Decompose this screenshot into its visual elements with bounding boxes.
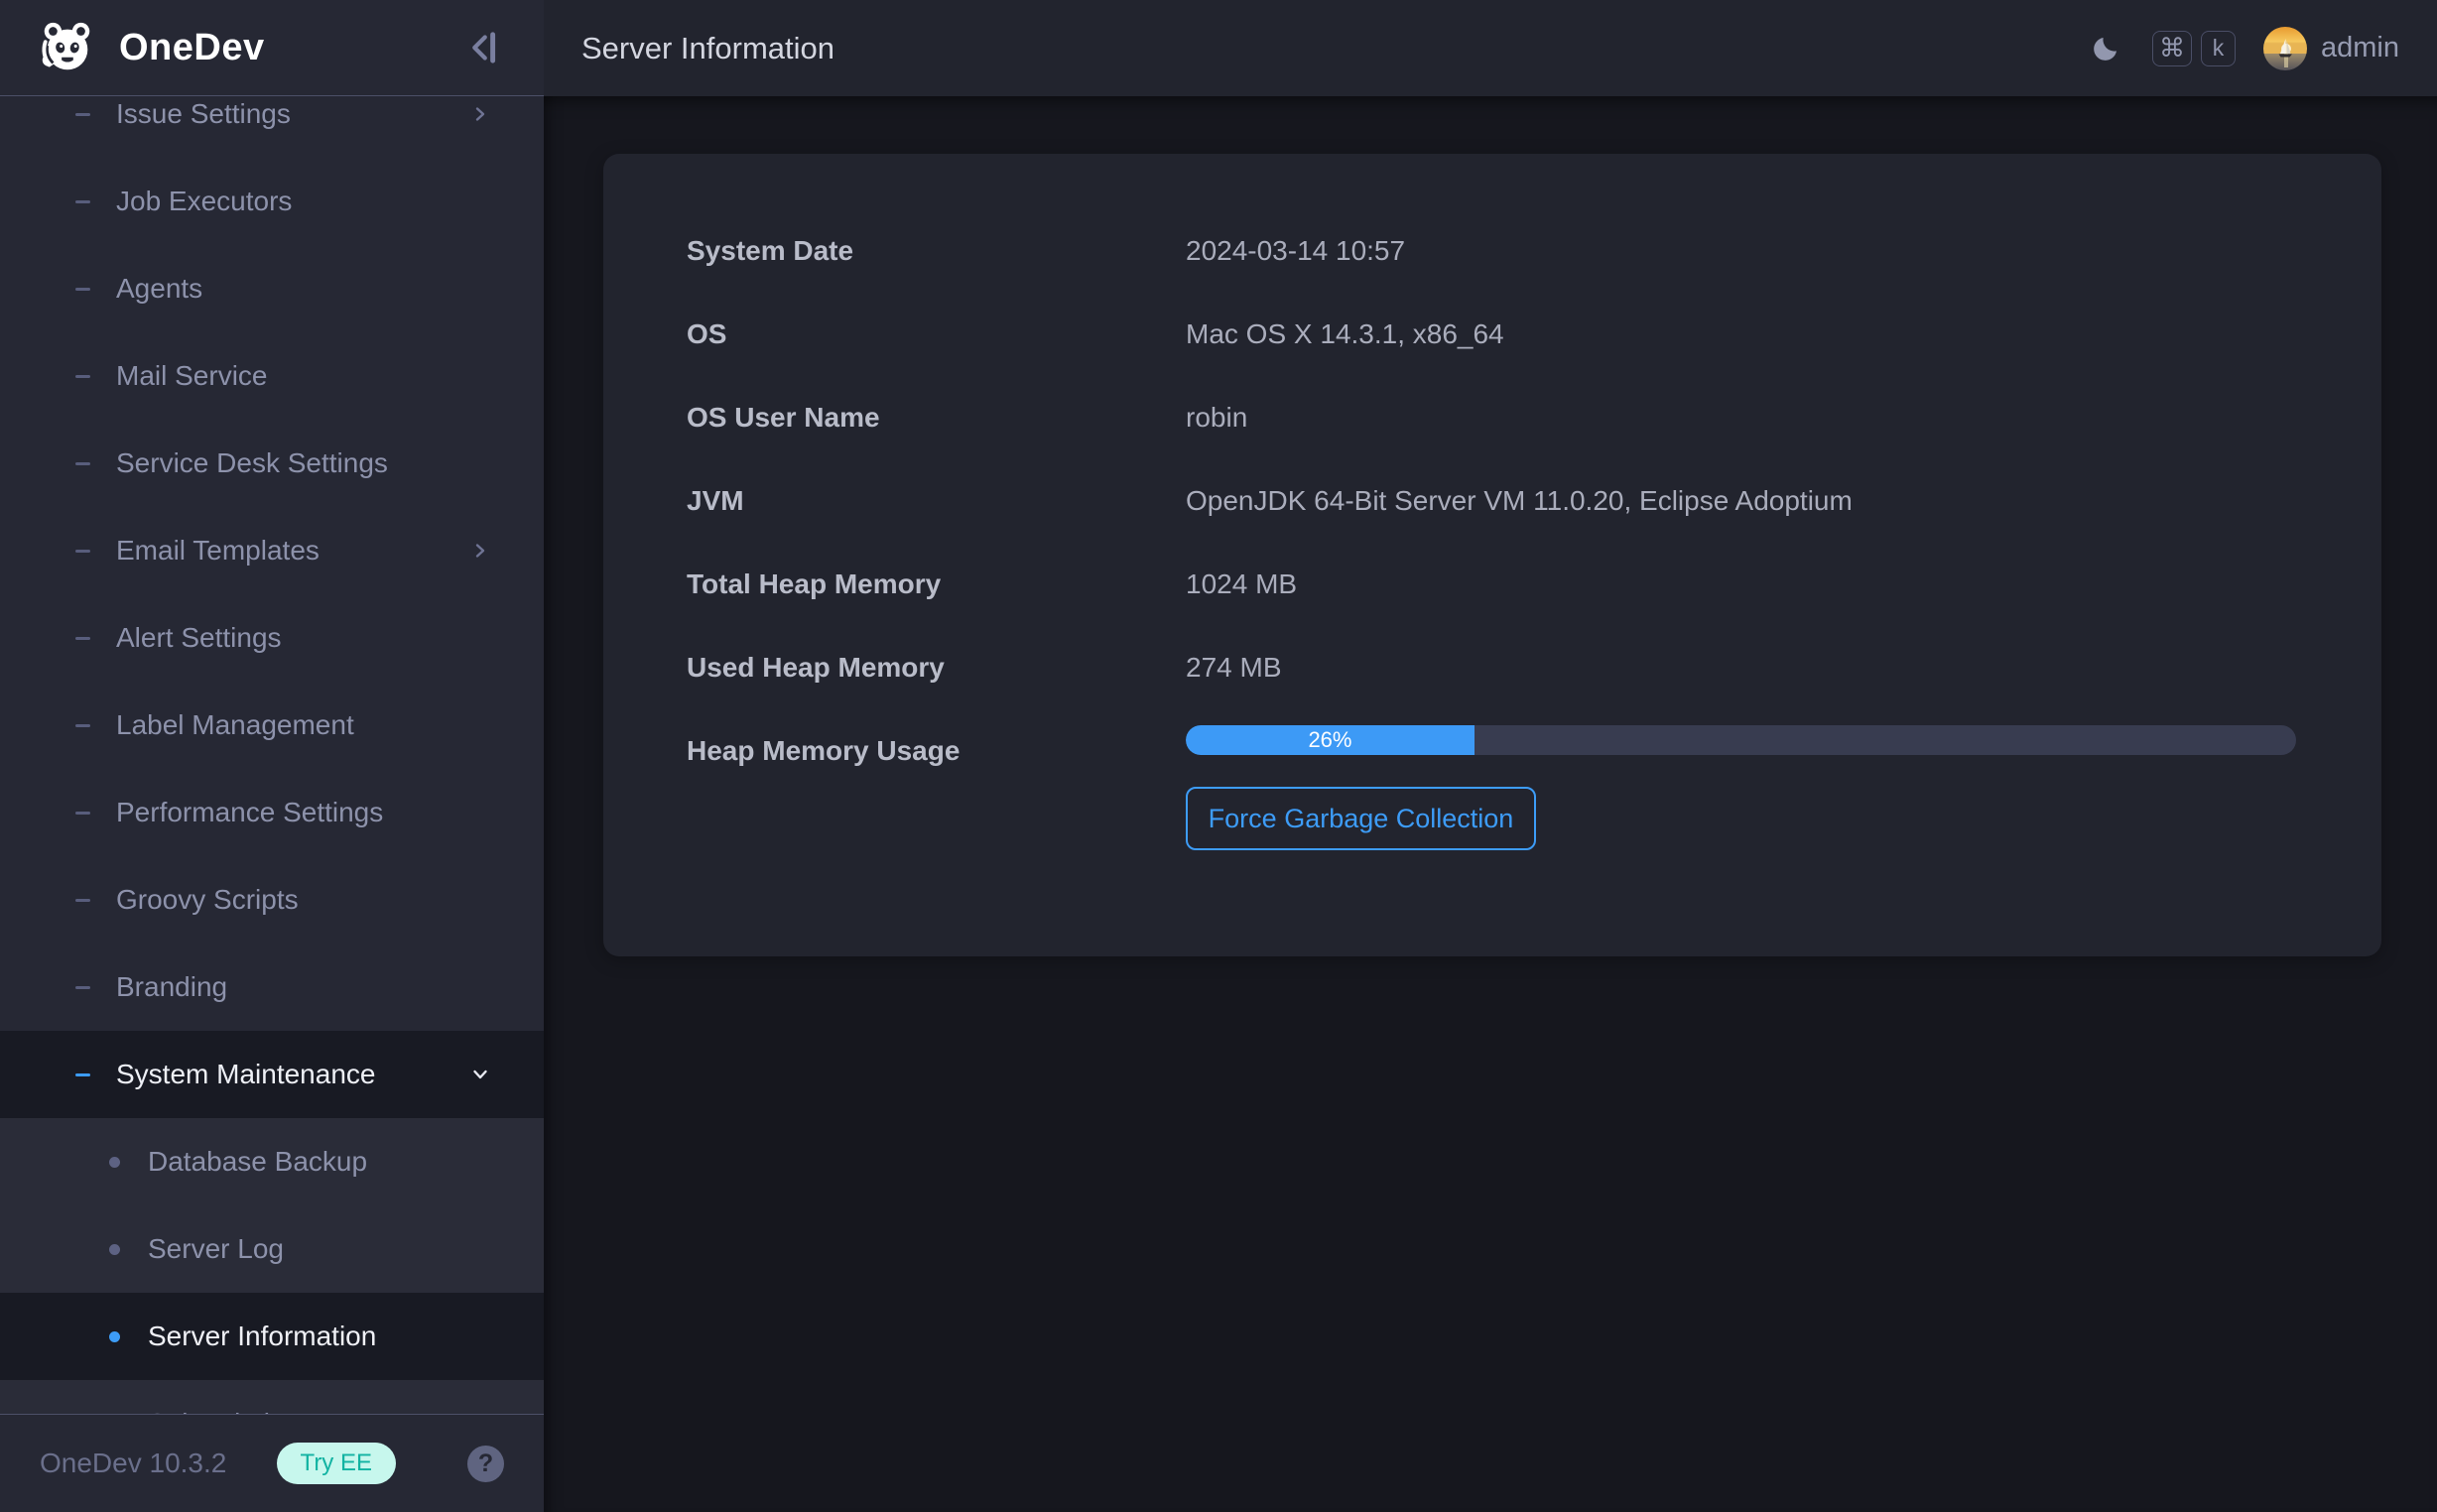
sidebar-item-branding[interactable]: Branding <box>0 944 544 1031</box>
sidebar: OneDev Issue Settings Job Executors Agen… <box>0 0 544 1512</box>
bullet-icon <box>109 1244 120 1255</box>
avatar[interactable] <box>2263 27 2307 70</box>
dash-icon <box>75 200 90 203</box>
dash-icon <box>75 288 90 291</box>
chevron-right-icon <box>470 104 490 124</box>
dash-icon <box>75 724 90 727</box>
dash-icon <box>75 1073 90 1076</box>
sidebar-item-database-backup[interactable]: Database Backup <box>0 1118 544 1205</box>
row-value: OpenJDK 64-Bit Server VM 11.0.20, Eclips… <box>1186 485 1853 517</box>
row-value: 1024 MB <box>1186 568 1297 600</box>
info-row-os-user-name: OS User Name robin <box>687 376 2298 459</box>
progress-percent-label: 26% <box>1308 727 1351 753</box>
info-row-os: OS Mac OS X 14.3.1, x86_64 <box>687 293 2298 376</box>
k-key-badge[interactable]: k <box>2201 31 2236 66</box>
topbar: Server Information ⌘ k <box>544 0 2437 96</box>
bullet-icon <box>109 1157 120 1168</box>
dash-icon <box>75 113 90 116</box>
sidebar-footer: OneDev 10.3.2 Try EE ? <box>0 1414 544 1512</box>
row-label: OS User Name <box>687 402 1186 434</box>
row-label: JVM <box>687 485 1186 517</box>
dash-icon <box>75 375 90 378</box>
page-title: Server Information <box>581 31 834 66</box>
sidebar-item-mail-service[interactable]: Mail Service <box>0 332 544 420</box>
topbar-actions: ⌘ k <box>2091 27 2399 70</box>
dash-icon <box>75 637 90 640</box>
sidebar-item-server-information[interactable]: Server Information <box>0 1293 544 1380</box>
row-label: System Date <box>687 235 1186 267</box>
dash-icon <box>75 986 90 989</box>
info-row-jvm: JVM OpenJDK 64-Bit Server VM 11.0.20, Ec… <box>687 459 2298 543</box>
info-row-used-heap-memory: Used Heap Memory 274 MB <box>687 626 2298 709</box>
row-label: Heap Memory Usage <box>687 735 1186 767</box>
row-label: OS <box>687 318 1186 350</box>
dash-icon <box>75 462 90 465</box>
main-content: System Date 2024-03-14 10:57 OS Mac OS X… <box>544 96 2437 1512</box>
sidebar-item-label-management[interactable]: Label Management <box>0 682 544 769</box>
row-value: robin <box>1186 402 1247 434</box>
sidebar-item-server-log[interactable]: Server Log <box>0 1205 544 1293</box>
onedev-logo-icon <box>36 17 97 78</box>
sidebar-item-performance-settings[interactable]: Performance Settings <box>0 769 544 856</box>
sidebar-item-service-desk-settings[interactable]: Service Desk Settings <box>0 420 544 507</box>
row-value: Mac OS X 14.3.1, x86_64 <box>1186 318 1504 350</box>
server-info-card: System Date 2024-03-14 10:57 OS Mac OS X… <box>603 154 2381 956</box>
help-icon[interactable]: ? <box>467 1446 504 1482</box>
dark-mode-moon-icon[interactable] <box>2091 34 2120 63</box>
try-ee-badge[interactable]: Try EE <box>277 1443 396 1484</box>
heap-usage-progress-bar: 26% <box>1186 725 2296 755</box>
sidebar-item-issue-settings[interactable]: Issue Settings <box>0 97 544 158</box>
username[interactable]: admin <box>2321 32 2399 64</box>
app-version: OneDev 10.3.2 <box>40 1448 226 1479</box>
sidebar-header: OneDev <box>0 0 544 96</box>
system-maintenance-submenu: Database Backup Server Log Server Inform… <box>0 1118 544 1414</box>
force-garbage-collection-button[interactable]: Force Garbage Collection <box>1186 787 1536 850</box>
collapse-sidebar-icon[interactable] <box>462 27 504 68</box>
dash-icon <box>75 550 90 553</box>
progress-fill: 26% <box>1186 725 1475 755</box>
sidebar-item-alert-settings[interactable]: Alert Settings <box>0 594 544 682</box>
row-label: Total Heap Memory <box>687 568 1186 600</box>
row-label: Used Heap Memory <box>687 652 1186 684</box>
info-row-system-date: System Date 2024-03-14 10:57 <box>687 209 2298 293</box>
info-row-total-heap-memory: Total Heap Memory 1024 MB <box>687 543 2298 626</box>
sidebar-item-subscription-management[interactable]: Subscription Management <box>0 1380 544 1414</box>
cmd-key-badge[interactable]: ⌘ <box>2152 31 2192 66</box>
sidebar-item-system-maintenance[interactable]: System Maintenance <box>0 1031 544 1118</box>
sidebar-item-groovy-scripts[interactable]: Groovy Scripts <box>0 856 544 944</box>
info-row-heap-memory-usage: Heap Memory Usage 26% <box>687 709 2298 793</box>
bullet-icon <box>109 1331 120 1342</box>
dash-icon <box>75 899 90 902</box>
row-value: 2024-03-14 10:57 <box>1186 235 1405 267</box>
app-name: OneDev <box>119 27 265 69</box>
chevron-right-icon <box>470 541 490 561</box>
sidebar-item-email-templates[interactable]: Email Templates <box>0 507 544 594</box>
sidebar-item-job-executors[interactable]: Job Executors <box>0 158 544 245</box>
sidebar-item-agents[interactable]: Agents <box>0 245 544 332</box>
chevron-down-icon <box>470 1065 490 1084</box>
progress-track: 26% <box>1186 725 2296 755</box>
sidebar-menu: Issue Settings Job Executors Agents Mail… <box>0 97 544 1414</box>
row-value: 274 MB <box>1186 652 1282 684</box>
gc-button-row: Force Garbage Collection <box>687 787 2298 850</box>
dash-icon <box>75 812 90 815</box>
